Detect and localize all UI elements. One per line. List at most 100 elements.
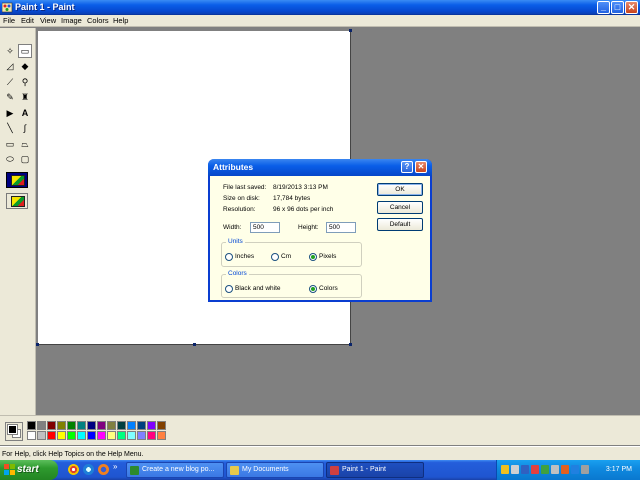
menu-view[interactable]: View xyxy=(40,16,56,26)
tray-alert-icon[interactable] xyxy=(531,465,539,474)
menu-file[interactable]: File xyxy=(3,16,15,26)
window-titlebar: Paint 1 - Paint _ □ ✕ xyxy=(0,0,640,15)
palette-swatch[interactable] xyxy=(97,421,106,430)
units-cm-radio[interactable] xyxy=(271,253,279,261)
magnifier-icon[interactable]: ⚲ xyxy=(18,75,32,89)
tray-misc-icon[interactable] xyxy=(581,465,589,474)
cancel-button[interactable]: Cancel xyxy=(377,201,423,214)
palette-swatch[interactable] xyxy=(37,421,46,430)
status-text: For Help, click Help Topics on the Help … xyxy=(2,451,144,458)
default-button[interactable]: Default xyxy=(377,218,423,231)
menu-edit[interactable]: Edit xyxy=(21,16,34,26)
start-button[interactable]: start xyxy=(0,460,58,480)
width-label: Width: xyxy=(223,224,242,231)
tray-volume-icon[interactable] xyxy=(551,465,559,474)
height-input[interactable]: 500 xyxy=(326,222,356,233)
rect-select-icon[interactable]: ▭ xyxy=(18,44,32,58)
dialog-help-button[interactable]: ? xyxy=(401,161,413,173)
firefox-icon[interactable] xyxy=(98,464,109,475)
colors-color-radio[interactable] xyxy=(309,285,317,293)
task-blog[interactable]: Create a new blog po... xyxy=(126,462,224,478)
pencil-icon[interactable]: ✎ xyxy=(3,90,17,104)
palette-swatch[interactable] xyxy=(47,421,56,430)
colors-bw-radio[interactable] xyxy=(225,285,233,293)
curve-icon[interactable]: ∫ xyxy=(18,121,32,135)
tray-network-icon[interactable] xyxy=(511,465,519,474)
palette-swatch[interactable] xyxy=(77,421,86,430)
tray-monitor-icon[interactable] xyxy=(521,465,529,474)
airbrush-icon[interactable]: ▶ xyxy=(3,106,17,120)
menu-bar: File Edit View Image Colors Help xyxy=(0,15,640,27)
units-pixels-radio[interactable] xyxy=(309,253,317,261)
file-last-saved-value: 8/19/2013 3:13 PM xyxy=(273,184,328,191)
palette-swatch[interactable] xyxy=(147,431,156,440)
brush-icon[interactable]: ♜ xyxy=(18,90,32,104)
quicklaunch-overflow-icon[interactable]: » xyxy=(113,462,117,471)
menu-help[interactable]: Help xyxy=(113,16,128,26)
palette-swatch[interactable] xyxy=(87,421,96,430)
palette-swatch[interactable] xyxy=(47,431,56,440)
palette-swatch[interactable] xyxy=(57,421,66,430)
minimize-button[interactable]: _ xyxy=(597,1,610,14)
eraser-icon[interactable]: ◿ xyxy=(3,59,17,73)
palette-swatch[interactable] xyxy=(97,431,106,440)
maximize-button[interactable]: □ xyxy=(611,1,624,14)
close-button[interactable]: ✕ xyxy=(625,1,638,14)
task-paint-label: Paint 1 - Paint xyxy=(342,466,386,473)
dialog-titlebar[interactable]: Attributes ? ✕ xyxy=(208,159,432,176)
palette-swatch[interactable] xyxy=(27,421,36,430)
ie-icon[interactable] xyxy=(83,464,94,475)
palette-swatch[interactable] xyxy=(57,431,66,440)
status-bar: For Help, click Help Topics on the Help … xyxy=(0,446,640,460)
palette-swatch[interactable] xyxy=(127,421,136,430)
resize-handle-bottom-left[interactable] xyxy=(36,343,39,346)
chrome-task-icon xyxy=(130,466,139,475)
ok-button[interactable]: OK xyxy=(377,183,423,196)
palette-swatch[interactable] xyxy=(127,431,136,440)
fill-icon[interactable]: ◆ xyxy=(18,59,32,73)
palette-swatch[interactable] xyxy=(137,421,146,430)
units-inches-radio[interactable] xyxy=(225,253,233,261)
chrome-icon[interactable] xyxy=(68,464,79,475)
width-input[interactable]: 500 xyxy=(250,222,280,233)
task-paint[interactable]: Paint 1 - Paint xyxy=(326,462,424,478)
transparency-opaque-option[interactable] xyxy=(6,172,28,188)
palette-swatch[interactable] xyxy=(157,431,166,440)
rounded-rect-icon[interactable]: ▢ xyxy=(18,152,32,166)
palette-swatch[interactable] xyxy=(67,431,76,440)
palette-swatch[interactable] xyxy=(67,421,76,430)
palette-swatch[interactable] xyxy=(117,421,126,430)
palette-swatch[interactable] xyxy=(107,431,116,440)
transparency-transparent-option[interactable] xyxy=(6,193,28,209)
palette-swatch[interactable] xyxy=(107,421,116,430)
palette-swatch[interactable] xyxy=(87,431,96,440)
height-label: Height: xyxy=(298,224,319,231)
palette-swatch[interactable] xyxy=(77,431,86,440)
task-my-documents[interactable]: My Documents xyxy=(226,462,324,478)
palette-swatch[interactable] xyxy=(147,421,156,430)
tray-app-icon[interactable] xyxy=(561,465,569,474)
tray-security-icon[interactable] xyxy=(541,465,549,474)
menu-image[interactable]: Image xyxy=(61,16,82,26)
line-icon[interactable]: ╲ xyxy=(3,121,17,135)
polygon-icon[interactable]: ⏢ xyxy=(18,137,32,151)
units-inches-label: Inches xyxy=(235,253,255,260)
menu-colors[interactable]: Colors xyxy=(87,16,109,26)
palette-swatch[interactable] xyxy=(117,431,126,440)
palette-swatch[interactable] xyxy=(137,431,146,440)
dialog-body: File last saved: 8/19/2013 3:13 PM Size … xyxy=(210,176,430,300)
resize-handle-bottom[interactable] xyxy=(193,343,196,346)
free-form-select-icon[interactable]: ✧ xyxy=(3,44,17,58)
pick-color-icon[interactable]: ⟋ xyxy=(3,75,17,89)
tray-bluetooth-icon[interactable] xyxy=(571,465,579,474)
palette-swatch[interactable] xyxy=(157,421,166,430)
tray-shield-icon[interactable] xyxy=(501,465,509,474)
ellipse-icon[interactable]: ⬭ xyxy=(3,152,17,166)
dialog-close-button[interactable]: ✕ xyxy=(415,161,427,173)
palette-swatch[interactable] xyxy=(27,431,36,440)
text-icon[interactable]: A xyxy=(18,106,32,120)
rectangle-icon[interactable]: ▭ xyxy=(3,137,17,151)
palette-swatch[interactable] xyxy=(37,431,46,440)
resize-handle-corner[interactable] xyxy=(349,343,352,346)
resize-handle-top-right[interactable] xyxy=(349,29,352,32)
